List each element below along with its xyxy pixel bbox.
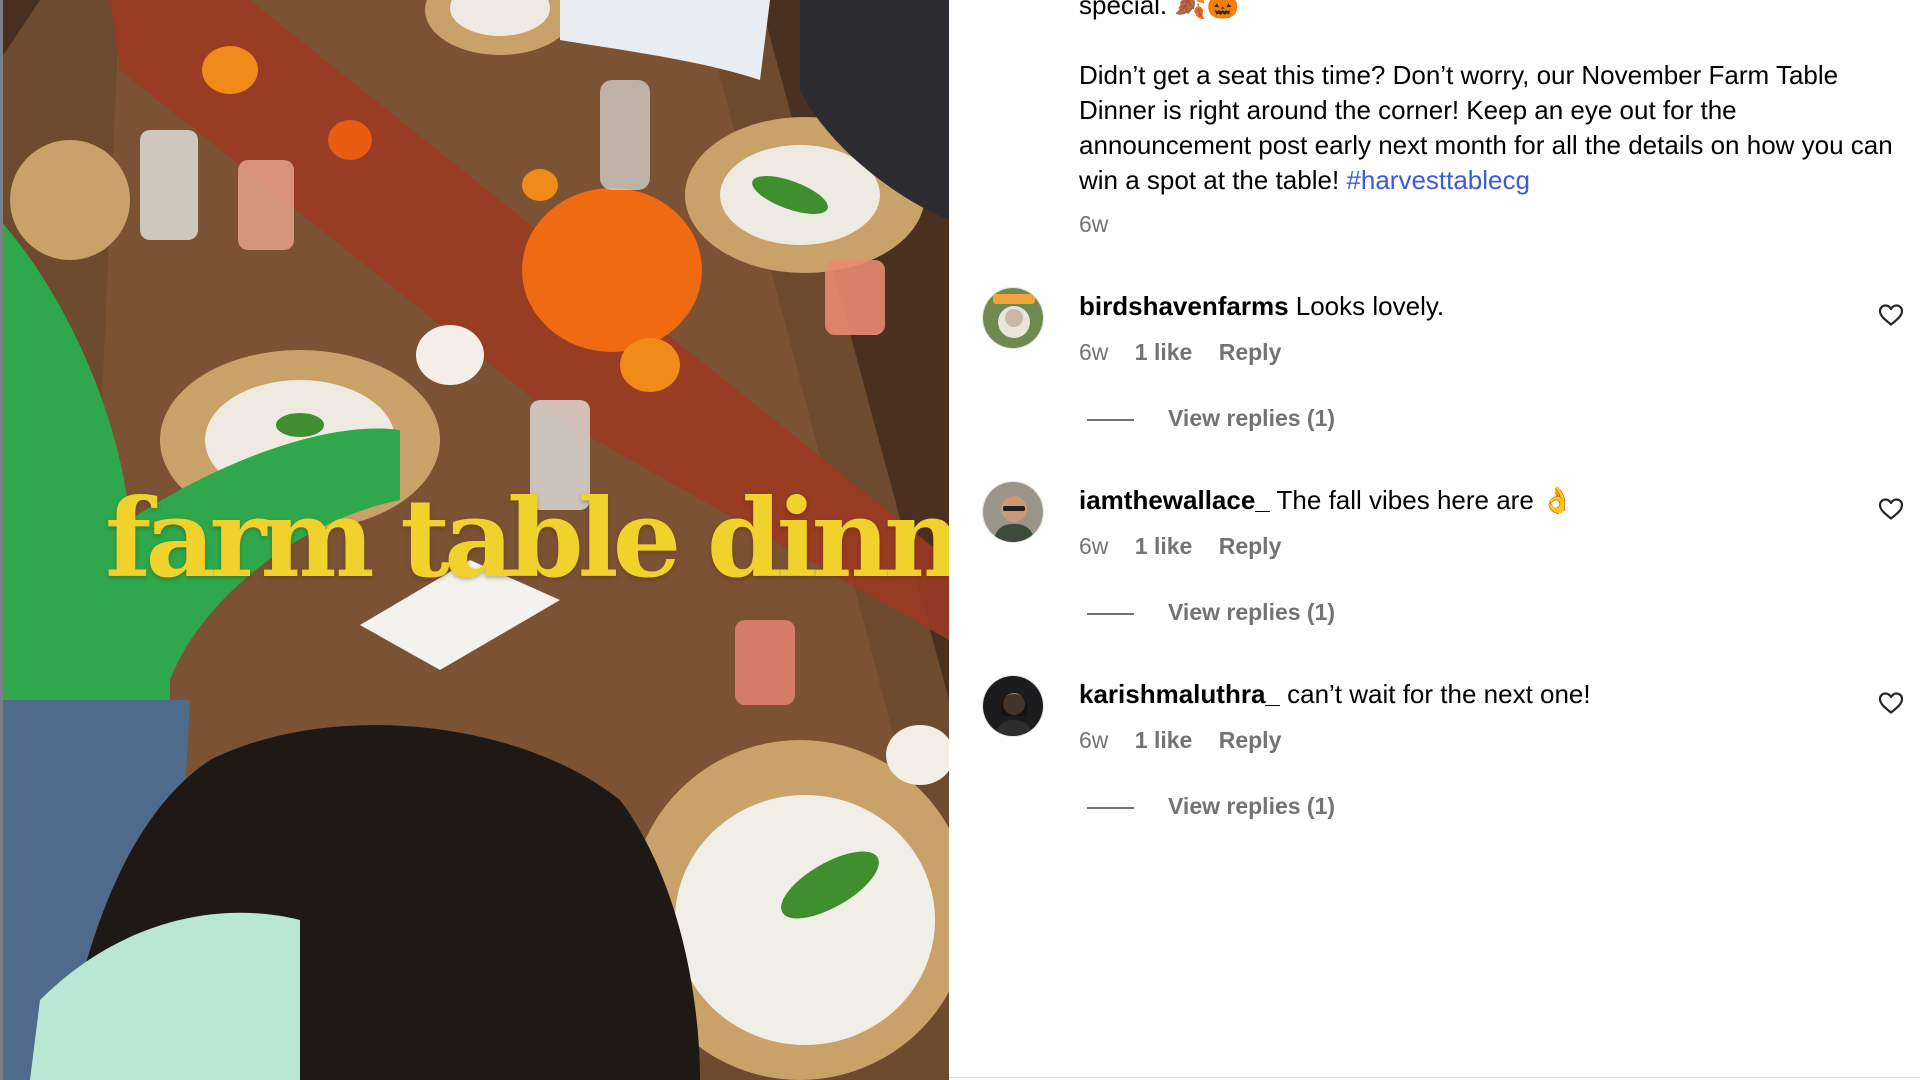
reply-button[interactable]: Reply: [1219, 533, 1282, 559]
heart-icon[interactable]: [1878, 691, 1904, 715]
panel-bottom-divider: [949, 1077, 1920, 1078]
replies-divider: [1087, 612, 1134, 615]
avatar[interactable]: [982, 481, 1044, 543]
comment-item: birdshavenfarms Looks lovely. 6w 1 like …: [982, 287, 1904, 437]
view-replies-button[interactable]: View replies (1): [1087, 405, 1335, 432]
hashtag-link[interactable]: #harvesttablecg: [1346, 165, 1530, 195]
comment-meta: 6w 1 like Reply: [1079, 339, 1301, 366]
avatar-karishmaluthra-icon: [983, 676, 1043, 736]
view-replies-label: View replies (1): [1168, 793, 1336, 819]
comment-text-line: iamthewallace_ The fall vibes here are 👌: [1079, 483, 1573, 517]
reply-button[interactable]: Reply: [1219, 727, 1282, 753]
post-media[interactable]: farm table dinner: [0, 0, 949, 1080]
comment-item: karishmaluthra_ can’t wait for the next …: [982, 675, 1904, 825]
caption-line: special. 🍂🎃: [1079, 0, 1240, 20]
avatar-iamthewallace-icon: [983, 482, 1043, 542]
comment-time[interactable]: 6w: [1079, 339, 1108, 365]
comment-text: Looks lovely.: [1295, 291, 1445, 321]
avatar-birdshavenfarms-icon: [983, 288, 1043, 348]
media-edge: [0, 0, 3, 1080]
post-caption: special. 🍂🎃 Didn’t get a seat this time?…: [1079, 0, 1909, 198]
comment-username[interactable]: iamthewallace_: [1079, 485, 1270, 515]
comments-panel: special. 🍂🎃 Didn’t get a seat this time?…: [949, 0, 1920, 1080]
comment-username[interactable]: birdshavenfarms: [1079, 291, 1289, 321]
caption-body-wrap: Didn’t get a seat this time? Don’t worry…: [1079, 58, 1909, 198]
view-replies-label: View replies (1): [1168, 599, 1336, 625]
comment-likes[interactable]: 1 like: [1135, 727, 1193, 753]
heart-icon[interactable]: [1878, 303, 1904, 327]
media-overlay-title: farm table dinner: [105, 476, 949, 602]
comment-text: can’t wait for the next one!: [1287, 679, 1591, 709]
comment-likes[interactable]: 1 like: [1135, 339, 1193, 365]
comment-meta: 6w 1 like Reply: [1079, 533, 1301, 560]
avatar[interactable]: [982, 675, 1044, 737]
avatar[interactable]: [982, 287, 1044, 349]
comment-meta: 6w 1 like Reply: [1079, 727, 1301, 754]
reply-button[interactable]: Reply: [1219, 339, 1282, 365]
comment-likes[interactable]: 1 like: [1135, 533, 1193, 559]
comment-text-line: birdshavenfarms Looks lovely.: [1079, 289, 1444, 323]
heart-icon[interactable]: [1878, 497, 1904, 521]
comment-username[interactable]: karishmaluthra_: [1079, 679, 1280, 709]
comment-text-line: karishmaluthra_ can’t wait for the next …: [1079, 677, 1591, 711]
comment-item: iamthewallace_ The fall vibes here are 👌…: [982, 481, 1904, 631]
comment-text: The fall vibes here are 👌: [1276, 485, 1574, 515]
view-replies-label: View replies (1): [1168, 405, 1336, 431]
caption-timestamp[interactable]: 6w: [1079, 211, 1108, 238]
replies-divider: [1087, 418, 1134, 421]
comment-time[interactable]: 6w: [1079, 727, 1108, 753]
view-replies-button[interactable]: View replies (1): [1087, 599, 1335, 626]
caption-spacer: [1079, 23, 1909, 58]
comment-time[interactable]: 6w: [1079, 533, 1108, 559]
view-replies-button[interactable]: View replies (1): [1087, 793, 1335, 820]
replies-divider: [1087, 806, 1134, 809]
